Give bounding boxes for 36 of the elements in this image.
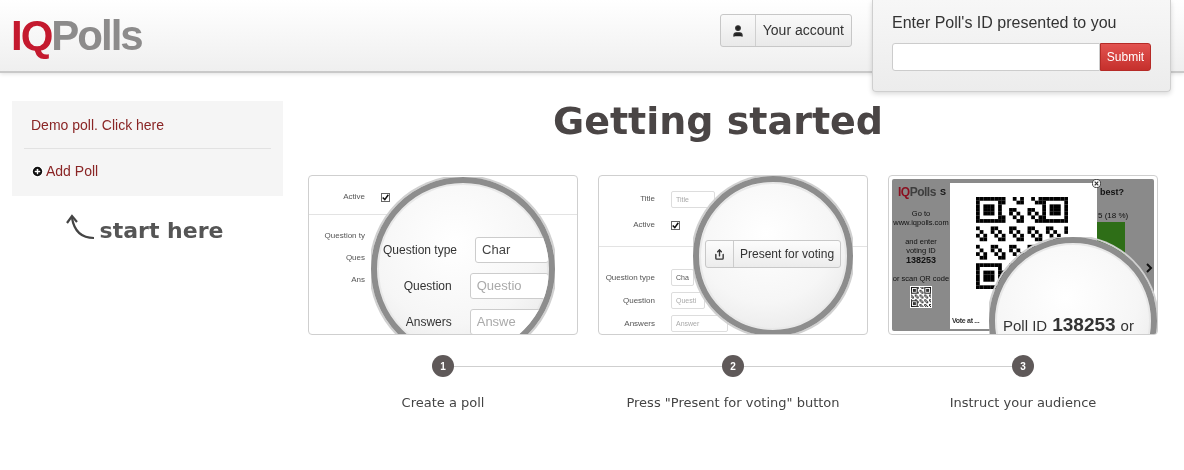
- submit-button[interactable]: Submit: [1100, 43, 1151, 71]
- logo: IQPolls: [898, 184, 936, 201]
- step-number: 1: [432, 355, 454, 377]
- form-label: Question ty: [323, 230, 365, 242]
- sidebar-link[interactable]: Demo poll. Click here: [24, 115, 271, 136]
- form-label: Question type: [604, 271, 655, 284]
- logo[interactable]: IQPolls: [11, 14, 142, 57]
- step-caption: Press "Present for voting" button: [626, 394, 840, 412]
- form-label: Active: [632, 219, 655, 231]
- step-caption: Create a poll: [401, 394, 485, 412]
- form-label: Title: [639, 193, 655, 205]
- input-field[interactable]: Char: [475, 237, 549, 263]
- voting-id: 138253: [905, 255, 936, 266]
- step-number: 3: [1012, 355, 1034, 377]
- step-number: 2: [722, 355, 744, 377]
- account-button[interactable]: Your account: [719, 14, 852, 47]
- form-label: Answers: [623, 317, 655, 330]
- start-here-hint: start here: [99, 220, 224, 242]
- present-button[interactable]: Present for voting: [705, 240, 842, 268]
- step-caption: Instruct your audience: [949, 394, 1097, 412]
- poll-entry-label: Enter Poll's ID presented to you: [892, 13, 1118, 33]
- or-text: or: [1120, 316, 1134, 334]
- form-label: Answers: [404, 314, 452, 331]
- form-label: Active: [342, 191, 365, 203]
- form-label: Question type: [383, 242, 458, 259]
- poll-id-value: 138253: [1052, 313, 1116, 334]
- page-title: Getting started: [552, 98, 884, 145]
- form-label: Ans: [350, 274, 365, 286]
- question-text: S: [940, 186, 946, 199]
- bar-label: 5 (18 %): [1098, 210, 1129, 222]
- poll-id-label: Poll ID: [1003, 316, 1048, 334]
- sidebar-link[interactable]: Add Poll: [24, 161, 271, 182]
- question-text: best?: [1100, 186, 1124, 199]
- form-label: Question: [621, 294, 655, 307]
- form-label: Question: [402, 278, 452, 295]
- form-label: Ques: [344, 252, 365, 264]
